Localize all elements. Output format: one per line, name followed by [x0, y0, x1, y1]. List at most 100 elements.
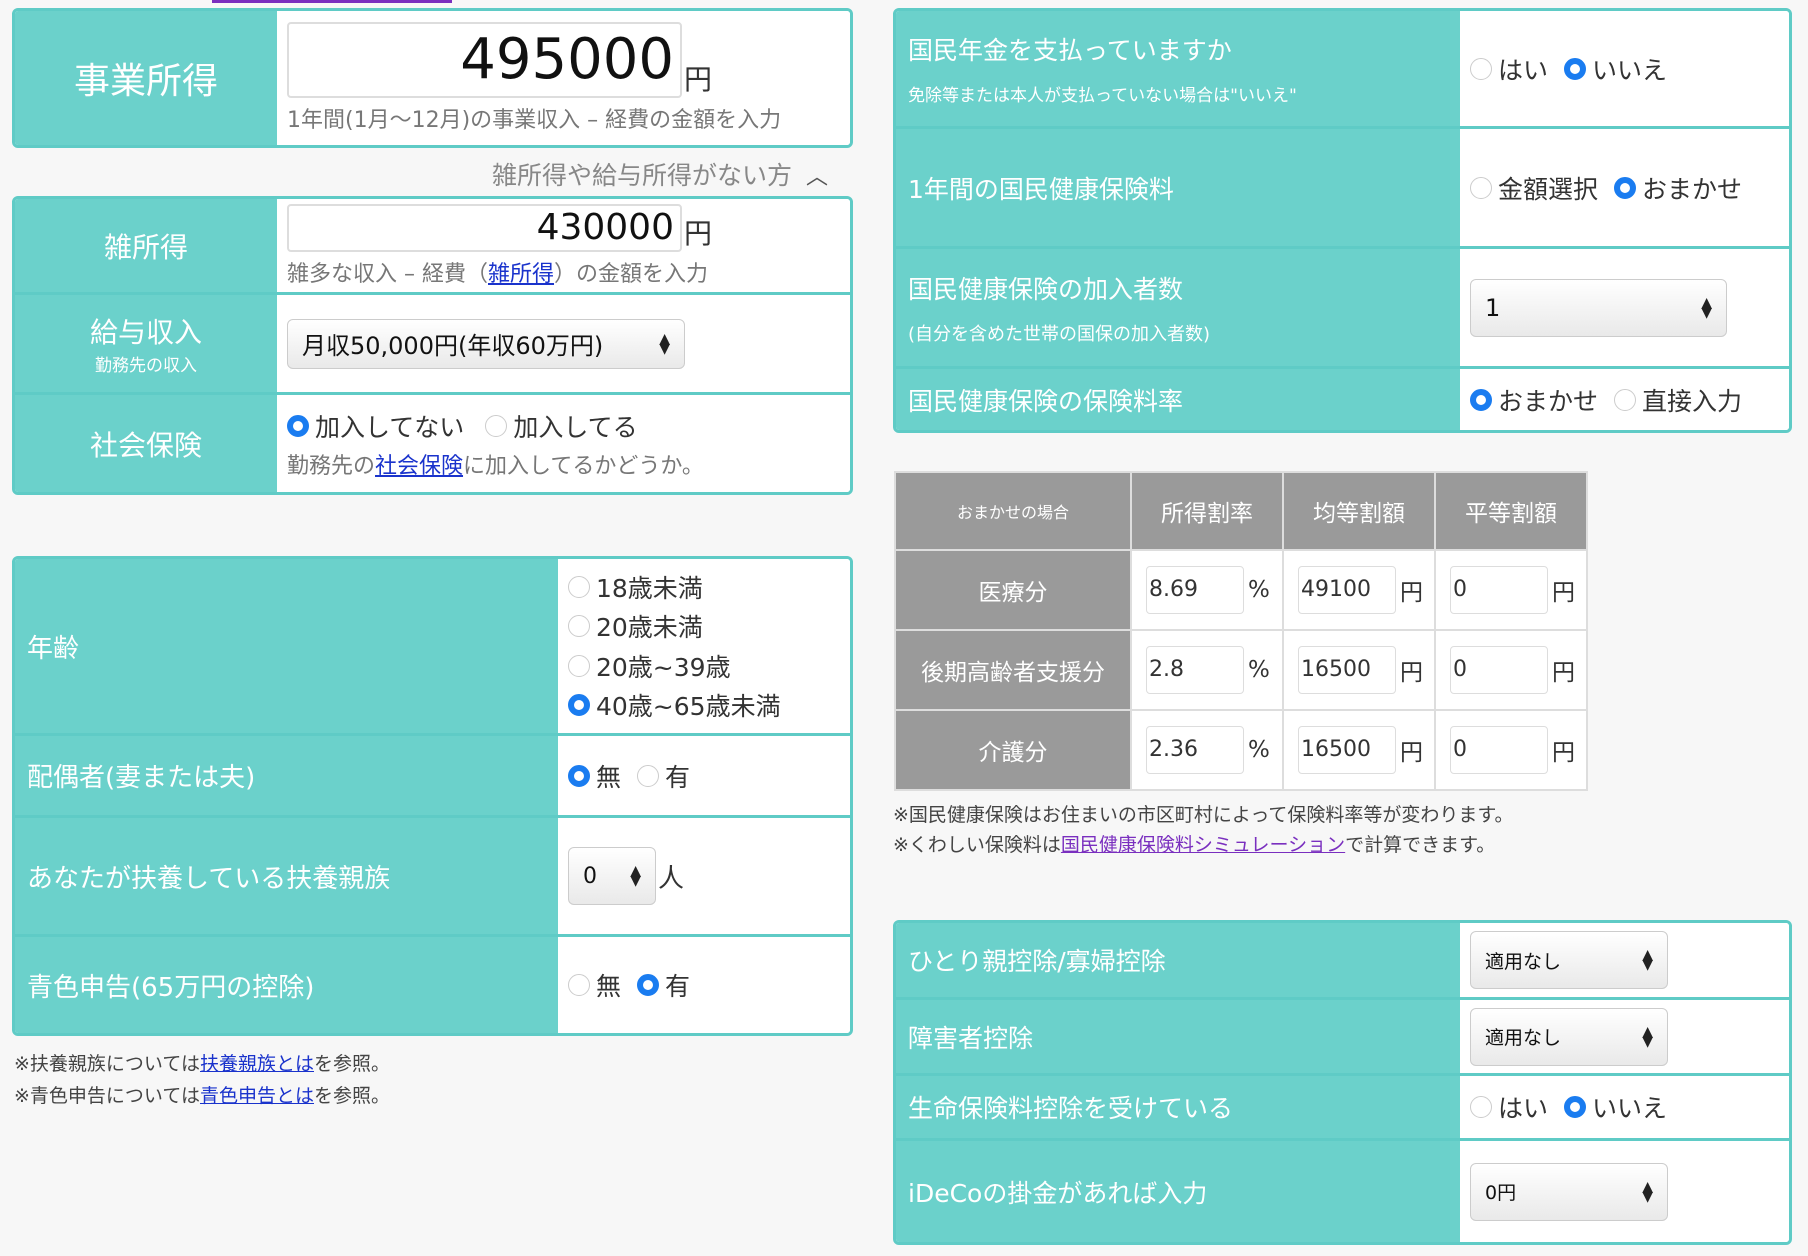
select-arrows-icon: ▲ ▼	[1701, 294, 1712, 321]
business-income-input[interactable]: 495000	[287, 22, 682, 98]
spouse-no-radio[interactable]: 無	[568, 758, 621, 794]
pension-label: 国民年金を支払っていますか 免除等または本人が支払っていない場合は"いいえ"	[896, 11, 1460, 126]
social-insurance-no-radio[interactable]: 加入してない	[287, 408, 464, 444]
flat-unit: 円	[1552, 740, 1575, 766]
nhi-premium-auto-radio[interactable]: おまかせ	[1614, 170, 1742, 206]
business-income-hint: 1年間(1月〜12月)の事業収入 – 経費の金額を入力	[287, 108, 782, 133]
rate-input[interactable]: 8.69	[1146, 566, 1244, 614]
select-arrows-icon: ▲ ▼	[659, 330, 670, 357]
spouse-label: 配偶者(妻または夫)	[15, 736, 558, 815]
blue-return-label: 青色申告(65万円の控除)	[15, 937, 558, 1033]
rate-input[interactable]: 2.36	[1146, 726, 1244, 774]
life-insurance-no-radio[interactable]: いいえ	[1564, 1089, 1667, 1125]
nhi-rate-auto-radio[interactable]: おまかせ	[1470, 382, 1598, 418]
rate-table-header: 所得割率	[1130, 471, 1284, 551]
blue-return-note: ※青色申告については青色申告とはを参照。	[14, 1085, 391, 1107]
table-row: 医療分 8.69% 49100 円 0円	[894, 549, 1588, 631]
flat-input[interactable]: 0	[1450, 566, 1548, 614]
dependents-label: あなたが扶養している扶養親族	[15, 818, 558, 934]
equal-unit: 円	[1400, 580, 1423, 606]
rate-unit: %	[1248, 657, 1270, 683]
ideco-select[interactable]: 0円 ▲ ▼	[1470, 1162, 1668, 1221]
select-arrows-icon: ▲ ▼	[1642, 947, 1653, 973]
rate-row-name: 医療分	[894, 549, 1132, 631]
select-arrows-icon: ▲ ▼	[1642, 1178, 1653, 1205]
misc-income-input[interactable]: 430000	[287, 203, 682, 252]
nhi-members-label: 国民健康保険の加入者数 (自分を含めた世帯の国保の加入者数)	[896, 249, 1460, 366]
nhi-rate-label: 国民健康保険の保険料率	[896, 369, 1460, 430]
age-option-0[interactable]: 18歳未満	[568, 569, 840, 605]
business-income-unit: 円	[684, 63, 713, 96]
misc-income-label: 雑所得	[15, 199, 277, 292]
nhi-premium-select-radio[interactable]: 金額選択	[1470, 170, 1598, 206]
rate-table-header: 平等割額	[1434, 471, 1588, 551]
equal-input[interactable]: 16500	[1298, 726, 1396, 774]
pension-yes-radio[interactable]: はい	[1470, 51, 1548, 87]
age-label: 年齢	[15, 559, 558, 733]
age-option-3[interactable]: 40歳~65歳未満	[568, 687, 840, 723]
equal-unit: 円	[1400, 740, 1423, 766]
nhi-note-2: ※くわしい保険料は国民健康保険料シミュレーションで計算できます。	[893, 834, 1496, 856]
flat-unit: 円	[1552, 660, 1575, 686]
ideco-label: iDeCoの掛金があれば入力	[896, 1141, 1460, 1242]
rate-input[interactable]: 2.8	[1146, 646, 1244, 694]
select-arrows-icon: ▲ ▼	[630, 863, 641, 889]
life-insurance-label: 生命保険料控除を受けている	[896, 1076, 1460, 1138]
rate-table: おまかせの場合 所得割率 均等割額 平等割額 医療分 8.69% 49100 円 …	[894, 471, 1588, 791]
rate-table-header: 均等割額	[1282, 471, 1436, 551]
rate-row-name: 後期高齢者支援分	[894, 629, 1132, 711]
flat-input[interactable]: 0	[1450, 726, 1548, 774]
social-insurance-yes-radio[interactable]: 加入してる	[485, 408, 638, 444]
dependents-unit: 人	[658, 863, 685, 894]
rate-unit: %	[1248, 737, 1270, 763]
dependents-note: ※扶養親族については扶養親族とはを参照。	[14, 1053, 391, 1075]
social-insurance-link[interactable]: 社会保険	[375, 454, 463, 479]
chevron-up-icon: ︿	[805, 165, 828, 190]
blue-return-no-radio[interactable]: 無	[568, 967, 621, 1003]
business-income-label: 事業所得	[15, 11, 277, 145]
social-insurance-hint: 勤務先の社会保険に加入してるかどうか。	[287, 453, 704, 479]
equal-input[interactable]: 16500	[1298, 646, 1396, 694]
equal-unit: 円	[1400, 660, 1423, 686]
age-option-1[interactable]: 20歳未満	[568, 608, 840, 644]
dependents-link[interactable]: 扶養親族とは	[200, 1053, 314, 1075]
single-parent-select[interactable]: 適用なし ▲ ▼	[1470, 931, 1668, 989]
life-insurance-yes-radio[interactable]: はい	[1470, 1089, 1548, 1125]
equal-input[interactable]: 49100	[1298, 566, 1396, 614]
misc-income-link[interactable]: 雑所得	[488, 262, 554, 287]
disability-select[interactable]: 適用なし ▲ ▼	[1470, 1007, 1668, 1066]
table-row: 介護分 2.36% 16500 円 0円	[894, 709, 1588, 791]
deductions-section: ひとり親控除/寡婦控除 適用なし ▲ ▼ 障害者控除 適用なし ▲ ▼ 生命保険料控…	[893, 920, 1792, 1245]
misc-income-unit: 円	[684, 216, 713, 250]
age-option-2[interactable]: 20歳~39歳	[568, 648, 840, 684]
income-details-section: 雑所得 430000 円 雑多な収入 – 経費（雑所得）の金額を入力 給与収入 …	[12, 196, 853, 495]
salary-select[interactable]: 月収50,000円(年収60万円) ▲ ▼	[287, 318, 685, 369]
nhi-rate-manual-radio[interactable]: 直接入力	[1614, 382, 1742, 418]
select-arrows-icon: ▲ ▼	[1642, 1023, 1653, 1050]
nhi-simulation-link[interactable]: 国民健康保険料シミュレーション	[1061, 834, 1345, 856]
flat-unit: 円	[1552, 580, 1575, 606]
pension-insurance-section: 国民年金を支払っていますか 免除等または本人が支払っていない場合は"いいえ" は…	[893, 8, 1792, 433]
rate-table-header-row: おまかせの場合 所得割率 均等割額 平等割額	[894, 471, 1588, 551]
business-income-section: 事業所得 495000 円 1年間(1月〜12月)の事業収入 – 経費の金額を入…	[12, 8, 853, 148]
nhi-premium-label: 1年間の国民健康保険料	[896, 129, 1460, 246]
rate-unit: %	[1248, 577, 1270, 603]
dependents-select[interactable]: 0 ▲ ▼	[568, 847, 656, 905]
disability-label: 障害者控除	[896, 1000, 1460, 1073]
blue-return-link[interactable]: 青色申告とは	[200, 1085, 314, 1107]
nhi-members-select[interactable]: 1 ▲ ▼	[1470, 278, 1727, 337]
nhi-note-1: ※国民健康保険はお住まいの市区町村によって保険料率等が変わります。	[893, 804, 1514, 826]
top-accent-bar	[212, 0, 452, 3]
single-parent-label: ひとり親控除/寡婦控除	[896, 923, 1460, 997]
table-row: 後期高齢者支援分 2.8% 16500 円 0円	[894, 629, 1588, 711]
salary-label: 給与収入 勤務先の収入	[15, 295, 277, 392]
personal-info-section: 年齢 18歳未満 20歳未満 20歳~39歳 40歳~65歳未満 配偶者(妻また…	[12, 556, 853, 1036]
rate-row-name: 介護分	[894, 709, 1132, 791]
no-misc-income-toggle[interactable]: 雑所得や給与所得がない方 ︿	[492, 156, 828, 192]
misc-income-hint: 雑多な収入 – 経費（雑所得）の金額を入力	[287, 261, 709, 287]
spouse-yes-radio[interactable]: 有	[637, 758, 690, 794]
flat-input[interactable]: 0	[1450, 646, 1548, 694]
pension-no-radio[interactable]: いいえ	[1564, 51, 1667, 87]
blue-return-yes-radio[interactable]: 有	[637, 967, 690, 1003]
rate-table-header: おまかせの場合	[894, 471, 1132, 551]
